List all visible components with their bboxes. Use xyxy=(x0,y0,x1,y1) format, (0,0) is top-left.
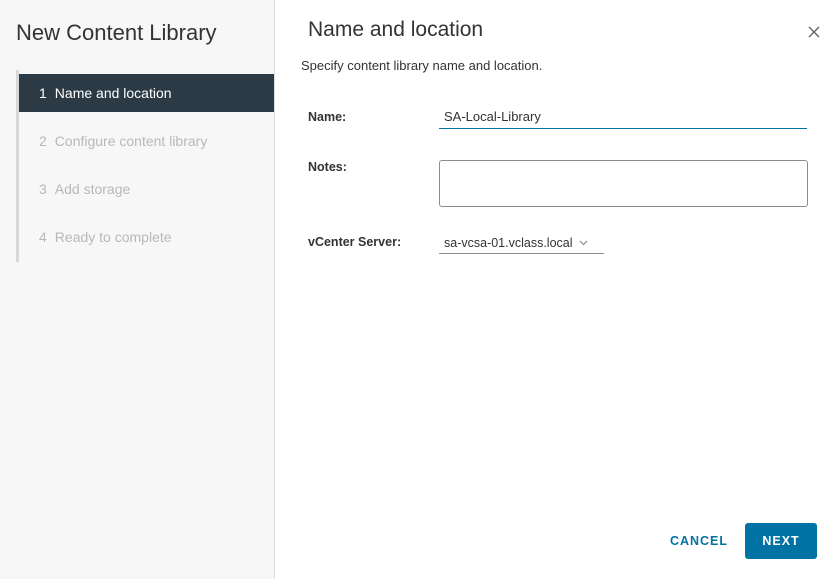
chevron-down-icon xyxy=(579,240,588,246)
close-icon[interactable] xyxy=(802,20,826,44)
next-button[interactable]: NEXT xyxy=(745,523,817,559)
page-title: Name and location xyxy=(308,18,484,41)
wizard-title: New Content Library xyxy=(16,20,217,45)
page-subtitle: Specify content library name and locatio… xyxy=(301,58,543,73)
step-add-storage[interactable]: 3 Add storage xyxy=(19,170,274,208)
step-configure-content-library[interactable]: 2 Configure content library xyxy=(19,122,274,160)
close-icon-glyph xyxy=(808,26,820,38)
vcenter-server-select[interactable]: sa-vcsa-01.vclass.local xyxy=(439,232,604,254)
step-number: 1 xyxy=(39,85,47,101)
step-number: 3 xyxy=(39,181,47,197)
step-name-and-location[interactable]: 1 Name and location xyxy=(19,74,274,112)
cancel-button[interactable]: CANCEL xyxy=(660,523,738,559)
vcenter-server-value: sa-vcsa-01.vclass.local xyxy=(444,235,573,250)
step-label: Add storage xyxy=(54,181,131,197)
notes-label: Notes: xyxy=(308,160,347,174)
step-number: 2 xyxy=(39,133,47,149)
step-number: 4 xyxy=(39,229,47,245)
step-label: Name and location xyxy=(54,85,172,101)
notes-textarea[interactable] xyxy=(439,160,808,207)
step-label: Ready to complete xyxy=(54,229,172,245)
new-content-library-wizard: New Content Library 1 Name and location … xyxy=(0,0,830,579)
wizard-steps: 1 Name and location 2 Configure content … xyxy=(19,74,274,266)
wizard-sidebar: New Content Library 1 Name and location … xyxy=(0,0,275,579)
vcenter-server-label: vCenter Server: xyxy=(308,235,402,249)
name-input[interactable] xyxy=(439,104,807,129)
step-label: Configure content library xyxy=(54,133,208,149)
step-ready-to-complete[interactable]: 4 Ready to complete xyxy=(19,218,274,256)
name-label: Name: xyxy=(308,110,347,124)
